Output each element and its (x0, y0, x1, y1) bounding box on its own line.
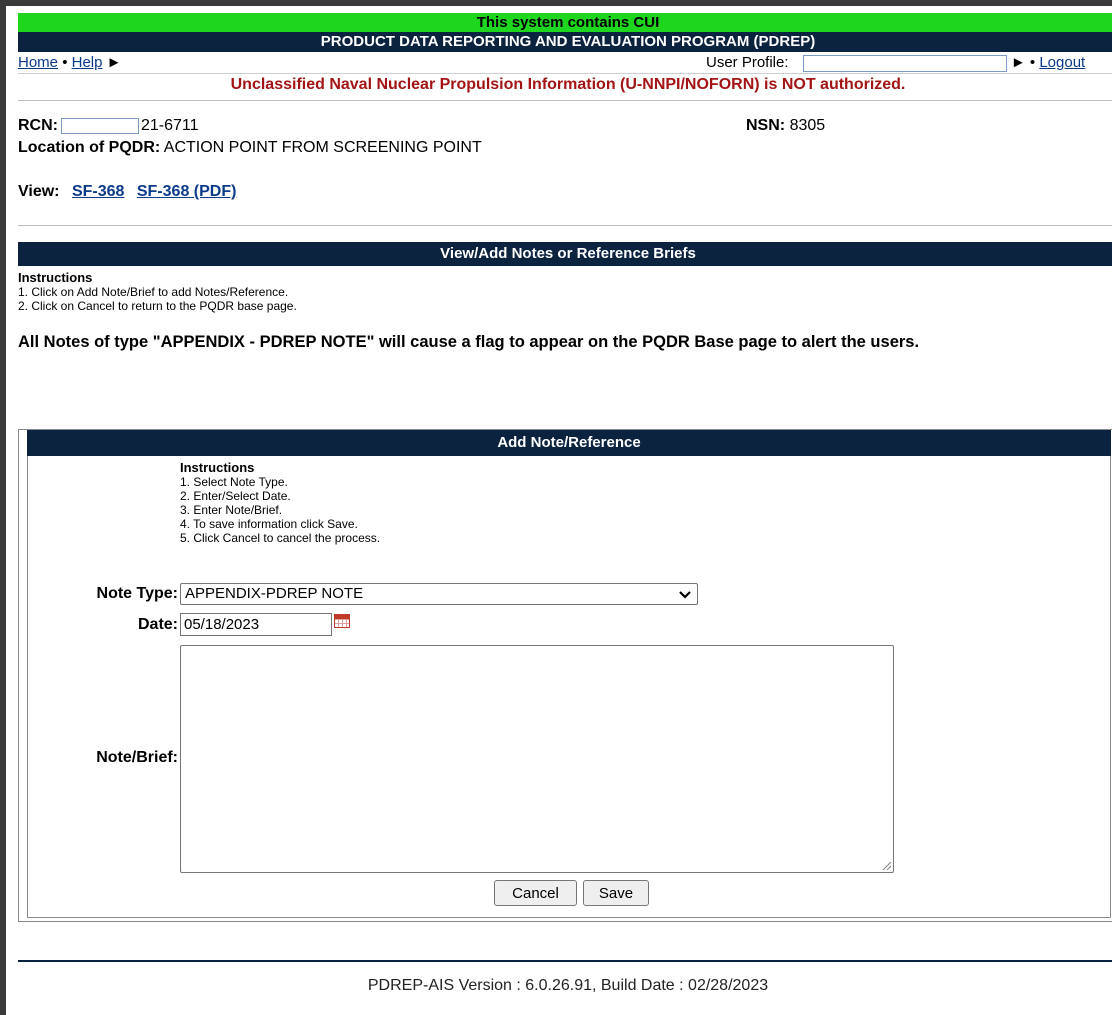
note-type-value: APPENDIX-PDREP NOTE (185, 585, 364, 602)
sf368-pdf-link[interactable]: SF-368 (PDF) (137, 183, 237, 200)
version-footer: PDREP-AIS Version : 6.0.26.91, Build Dat… (367, 977, 769, 994)
note-type-select[interactable]: APPENDIX-PDREP NOTE (180, 583, 698, 605)
form-instruction-item: 2. Enter/Select Date. (180, 489, 291, 503)
note-brief-label: Note/Brief: (96, 749, 178, 766)
view-row: View: SF-368 SF-368 (PDF) (18, 183, 236, 201)
rcn-row: RCN: 21-6711 (18, 117, 199, 135)
form-instruction-item: 1. Select Note Type. (180, 475, 288, 489)
nsn-row: NSN: 8305 (746, 117, 825, 135)
page: This system contains CUI PRODUCT DATA RE… (18, 13, 1112, 994)
nsn-value: 8305 (789, 117, 826, 134)
note-type-label: Note Type: (96, 585, 178, 602)
help-arrow-icon[interactable]: ► (107, 54, 122, 71)
nav-row: Home • Help ► User Profile: ► • Logout (18, 52, 1112, 74)
form-instructions-title: Instructions (180, 460, 255, 475)
date-label: Date: (137, 616, 178, 633)
add-note-panel: Add Note/Reference Instructions 1. Selec… (18, 429, 1112, 922)
resize-grip-icon[interactable] (883, 862, 891, 870)
note-brief-textarea[interactable] (180, 645, 894, 873)
home-link[interactable]: Home (18, 54, 58, 71)
program-banner: PRODUCT DATA REPORTING AND EVALUATION PR… (18, 32, 1112, 52)
profile-arrow-icon[interactable]: ► (1011, 54, 1026, 71)
help-link[interactable]: Help (72, 54, 103, 71)
add-note-header: Add Note/Reference (27, 430, 1111, 456)
nav-right: User Profile: ► • Logout (706, 52, 1085, 73)
cui-banner: This system contains CUI (18, 13, 1112, 32)
sf368-link[interactable]: SF-368 (72, 183, 124, 200)
form-instruction-item: 4. To save information click Save. (180, 517, 358, 531)
footer-divider (18, 960, 1112, 962)
calendar-icon[interactable] (334, 614, 350, 628)
chevron-down-icon (679, 584, 691, 610)
date-input[interactable]: 05/18/2023 (180, 613, 332, 636)
nnpi-warning: Unclassified Naval Nuclear Propulsion In… (18, 74, 1112, 101)
record-info: RCN: 21-6711 NSN: 8305 Location of PQDR: … (18, 101, 1112, 226)
user-profile-field[interactable] (802, 54, 1007, 72)
nav-left: Home • Help ► (18, 52, 122, 73)
location-row: Location of PQDR: ACTION POINT FROM SCRE… (18, 139, 482, 157)
user-profile-label: User Profile: (706, 54, 789, 71)
location-value: ACTION POINT FROM SCREENING POINT (163, 139, 482, 156)
save-button[interactable]: Save (583, 880, 649, 906)
form-instruction-item: 5. Click Cancel to cancel the process. (180, 531, 381, 545)
notes-section-header: View/Add Notes or Reference Briefs (18, 242, 1112, 266)
location-label: Location of PQDR: (18, 139, 161, 156)
rcn-label: RCN: (18, 117, 58, 134)
form-instructions: Instructions 1. Select Note Type. 2. Ent… (180, 460, 381, 546)
logout-link[interactable]: Logout (1039, 54, 1085, 71)
instruction-item: 1. Click on Add Note/Brief to add Notes/… (18, 285, 289, 299)
rcn-value: 21-6711 (141, 117, 199, 134)
cancel-button[interactable]: Cancel (494, 880, 577, 906)
nav-separator: • (1029, 54, 1036, 71)
instructions-title: Instructions (18, 270, 93, 285)
rcn-redacted-field (61, 117, 139, 134)
view-label: View: (18, 183, 60, 200)
nav-separator: • (62, 54, 68, 71)
appendix-notice: All Notes of type "APPENDIX - PDREP NOTE… (18, 333, 920, 351)
nsn-label: NSN: (746, 117, 786, 134)
browser-frame: This system contains CUI PRODUCT DATA RE… (0, 0, 1112, 1015)
notes-instructions: Instructions 1. Click on Add Note/Brief … (18, 270, 1112, 314)
add-note-form: Instructions 1. Select Note Type. 2. Ent… (27, 456, 1111, 918)
instruction-item: 2. Click on Cancel to return to the PQDR… (18, 299, 297, 313)
form-instruction-item: 3. Enter Note/Brief. (180, 503, 283, 517)
